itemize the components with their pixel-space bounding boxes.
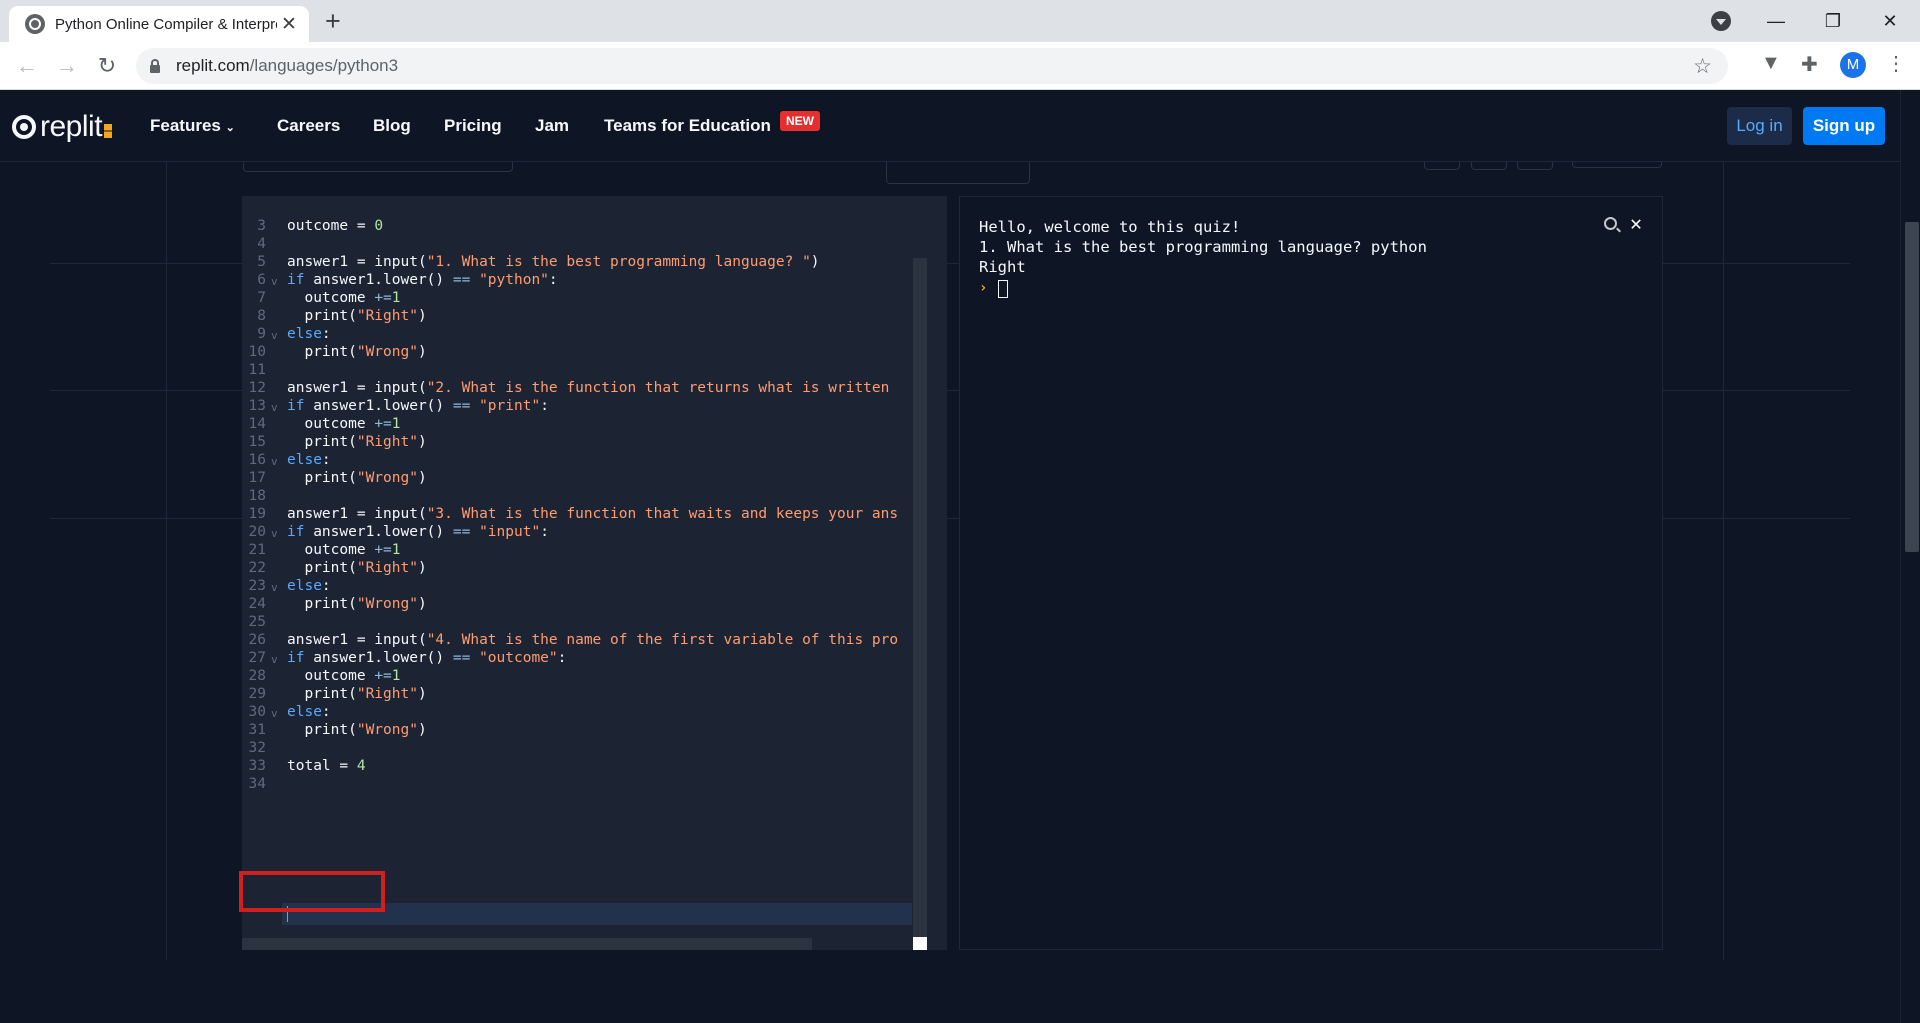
page-scroll-thumb[interactable]: [1905, 222, 1919, 552]
url-path: /languages/python3: [249, 56, 399, 75]
window-minimize-button[interactable]: —: [1756, 6, 1796, 36]
editor-vertical-scrollbar[interactable]: [913, 258, 927, 942]
nav-jam[interactable]: Jam: [535, 116, 569, 136]
signup-button[interactable]: Sign up: [1803, 107, 1885, 145]
window-restore-button[interactable]: ❐: [1813, 6, 1853, 36]
console-output-panel[interactable]: Hello, welcome to this quiz! 1. What is …: [959, 196, 1663, 950]
chevron-down-icon: ⌄: [225, 122, 235, 134]
background-card-fragment: [243, 162, 513, 172]
tab-search-icon[interactable]: [1711, 11, 1731, 31]
line-number: 34: [248, 776, 266, 792]
grid-line: [166, 160, 167, 960]
url-domain: replit.com: [176, 56, 250, 75]
replit-page: replit Features ⌄ Careers Blog Pricing J…: [0, 90, 1900, 1023]
console-line: 1. What is the best programming language…: [979, 238, 1427, 256]
background-card-fragment: [1572, 162, 1662, 168]
tab-close-icon[interactable]: ✕: [279, 13, 299, 36]
nav-blog[interactable]: Blog: [373, 116, 411, 136]
forward-arrow-icon[interactable]: →: [53, 52, 81, 80]
code-line[interactable]: 34: [242, 773, 912, 795]
code-editor[interactable]: 3 outcome = 0 4 5 answer1 = input("1. What i…: [242, 196, 947, 950]
back-arrow-icon[interactable]: ←: [13, 52, 41, 80]
grid-line: [1723, 160, 1724, 960]
console-prompt-icon: ›: [979, 280, 988, 296]
nav-pricing[interactable]: Pricing: [444, 116, 502, 136]
browser-tabstrip: Python Online Compiler & Interpreter ✕ +…: [0, 0, 1920, 42]
terminal-cursor[interactable]: [998, 280, 1008, 298]
login-button[interactable]: Log in: [1727, 107, 1792, 145]
background-card-fragment: [1517, 162, 1553, 170]
console-close-icon[interactable]: ✕: [1630, 211, 1642, 235]
new-badge: NEW: [780, 111, 820, 131]
console-line: Right: [979, 258, 1026, 276]
url-text: replit.com/languages/python3: [176, 56, 398, 76]
site-header: replit Features ⌄ Careers Blog Pricing J…: [0, 90, 1900, 162]
logo-text: replit: [40, 110, 103, 143]
annotation-highlight-box: [239, 871, 385, 912]
profile-avatar[interactable]: M: [1840, 52, 1866, 78]
background-card-fragment: [886, 162, 1030, 184]
reload-icon[interactable]: ↻: [93, 52, 121, 80]
editor-horizontal-scrollbar[interactable]: [242, 938, 812, 950]
tab-title: Python Online Compiler & Interpreter: [55, 15, 277, 33]
background-card-fragment: [1424, 162, 1460, 170]
nav-features[interactable]: Features ⌄: [150, 116, 235, 136]
extension-antenna-icon[interactable]: ▼: [1761, 52, 1781, 75]
address-bar[interactable]: replit.com/languages/python3 ☆: [136, 48, 1728, 84]
nav-careers[interactable]: Careers: [277, 116, 340, 136]
lock-icon: [150, 58, 160, 73]
browser-toolbar: ← → ↻ replit.com/languages/python3 ☆: [0, 42, 1920, 90]
background-card-fragment: [1471, 162, 1507, 170]
editor-scroll-corner: [913, 937, 927, 950]
console-line: Hello, welcome to this quiz!: [979, 218, 1241, 236]
browser-tab[interactable]: Python Online Compiler & Interpreter ✕: [9, 6, 309, 42]
bookmark-star-icon[interactable]: ☆: [1693, 54, 1712, 79]
nav-teams-for-education[interactable]: Teams for Education: [604, 116, 771, 136]
replit-logo[interactable]: replit: [12, 110, 113, 144]
browser-menu-icon[interactable]: ⋮: [1886, 50, 1906, 78]
extensions-puzzle-icon[interactable]: ✚: [1801, 52, 1818, 77]
nav-features-label: Features: [150, 116, 221, 135]
new-tab-button[interactable]: +: [325, 8, 341, 35]
window-close-button[interactable]: ✕: [1870, 6, 1910, 36]
replit-favicon-icon: [25, 14, 45, 34]
replit-logo-icon: [12, 115, 36, 139]
logo-accent-icon: [104, 124, 113, 138]
console-search-icon[interactable]: [1604, 217, 1617, 230]
